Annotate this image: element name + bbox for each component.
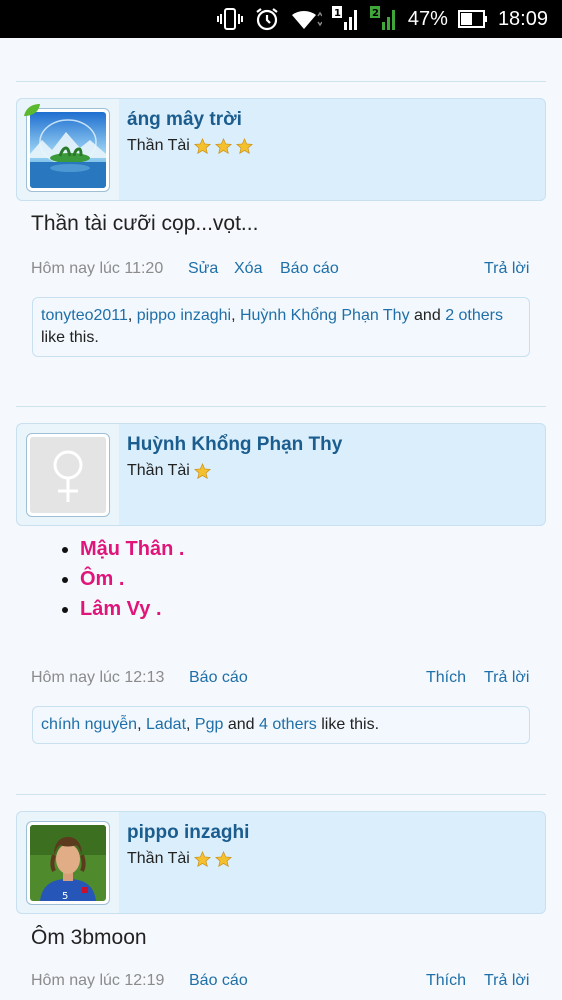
likes-and-text: and bbox=[227, 716, 255, 733]
avatar-column: 5 bbox=[17, 812, 119, 913]
user-title: Thần Tài bbox=[127, 850, 232, 868]
liker-link[interactable]: tonyteo2011 bbox=[41, 307, 128, 324]
likes-tail-text: like this. bbox=[41, 329, 99, 346]
avatar-column bbox=[17, 424, 119, 525]
post-divider bbox=[16, 81, 546, 82]
likes-summary: tonyteo2011, pippo inzaghi, Huỳnh Khổng … bbox=[32, 297, 530, 357]
like-link[interactable]: Thích bbox=[426, 972, 466, 990]
likes-summary: chính nguyễn, Ladat, Pgp and 4 others li… bbox=[32, 706, 530, 744]
liker-link[interactable]: pippo inzaghi bbox=[137, 307, 231, 324]
report-link[interactable]: Báo cáo bbox=[189, 972, 248, 990]
post-meta: Hôm nay lúc 11:20 Sửa Xóa Báo cáo Trả lờ… bbox=[31, 260, 531, 282]
wifi-icon bbox=[290, 7, 322, 31]
post-bullet-list: Mậu Thân . Ôm . Lâm Vy . bbox=[80, 538, 184, 628]
post-user-block: Huỳnh Khổng Phạn Thy Thần Tài bbox=[16, 423, 546, 526]
star-icon bbox=[214, 137, 232, 154]
star-icon bbox=[214, 850, 232, 867]
edit-link[interactable]: Sửa bbox=[188, 260, 218, 278]
post-user-block: áng mây trời Thần Tài bbox=[16, 98, 546, 201]
bullet-text: Lâm Vy . bbox=[80, 598, 162, 620]
bullet-item: Mậu Thân . bbox=[80, 538, 184, 561]
user-title: Thần Tài bbox=[127, 137, 253, 155]
thread-content: áng mây trời Thần Tài Thần tài cưỡi cọp.… bbox=[0, 38, 562, 1000]
likes-and-text: and bbox=[414, 307, 441, 324]
bullet-item: Ôm . bbox=[80, 568, 184, 591]
user-title-text: Thần Tài bbox=[127, 462, 190, 479]
post-time: Hôm nay lúc 12:13 bbox=[31, 669, 165, 686]
liker-link[interactable]: Huỳnh Khổng Phạn Thy bbox=[240, 307, 410, 324]
bullet-text: Ôm . bbox=[80, 568, 125, 590]
reply-link[interactable]: Trả lời bbox=[484, 260, 529, 278]
signal-sim1-icon: 1 bbox=[331, 6, 360, 32]
vibrate-icon bbox=[216, 7, 244, 31]
star-icon bbox=[193, 850, 211, 867]
bullet-item: Lâm Vy . bbox=[80, 598, 184, 621]
user-title-text: Thần Tài bbox=[127, 137, 190, 154]
status-bar: 1 2 47% 18:09 bbox=[0, 0, 562, 38]
user-title-text: Thần Tài bbox=[127, 850, 190, 867]
post-time: Hôm nay lúc 11:20 bbox=[31, 260, 164, 277]
avatar-landscape-image bbox=[30, 112, 106, 188]
reply-link[interactable]: Trả lời bbox=[484, 972, 529, 990]
report-link[interactable]: Báo cáo bbox=[280, 260, 339, 278]
avatar-column bbox=[17, 99, 119, 200]
svg-text:5: 5 bbox=[62, 891, 68, 901]
username[interactable]: pippo inzaghi bbox=[127, 822, 249, 844]
liker-link[interactable]: chính nguyễn bbox=[41, 716, 137, 733]
report-link[interactable]: Báo cáo bbox=[189, 669, 248, 687]
others-link[interactable]: 4 others bbox=[259, 716, 317, 733]
star-icon bbox=[235, 137, 253, 154]
username[interactable]: áng mây trời bbox=[127, 109, 242, 131]
liker-link[interactable]: Pgp bbox=[195, 716, 223, 733]
delete-link[interactable]: Xóa bbox=[234, 260, 262, 278]
avatar-player-photo: 5 bbox=[30, 825, 106, 901]
post-meta: Hôm nay lúc 12:13 Báo cáo Thích Trả lời bbox=[31, 669, 531, 691]
alarm-icon bbox=[254, 6, 280, 32]
others-link[interactable]: 2 others bbox=[445, 307, 503, 324]
post-time: Hôm nay lúc 12:19 bbox=[31, 972, 165, 989]
sim2-label: 2 bbox=[372, 8, 379, 19]
bullet-text: Mậu Thân . bbox=[80, 538, 185, 560]
like-link[interactable]: Thích bbox=[426, 669, 466, 687]
reply-link[interactable]: Trả lời bbox=[484, 669, 529, 687]
post-message: Thần tài cưỡi cọp...vọt... bbox=[31, 212, 259, 235]
user-title: Thần Tài bbox=[127, 462, 211, 480]
battery-icon bbox=[457, 9, 488, 29]
post-divider bbox=[16, 794, 546, 795]
battery-percent: 47% bbox=[407, 7, 448, 30]
username[interactable]: Huỳnh Khổng Phạn Thy bbox=[127, 434, 342, 456]
avatar[interactable] bbox=[26, 433, 110, 517]
avatar[interactable]: 5 bbox=[26, 821, 110, 905]
post-user-block: 5 pippo inzaghi Thần Tài bbox=[16, 811, 546, 914]
post-divider bbox=[16, 406, 546, 407]
sim1-label: 1 bbox=[334, 8, 341, 19]
star-icon bbox=[193, 462, 211, 479]
leaf-badge-icon bbox=[24, 104, 40, 116]
likes-tail-text: like this. bbox=[321, 716, 380, 733]
star-icon bbox=[193, 137, 211, 154]
signal-sim2-icon: 2 bbox=[369, 6, 398, 32]
liker-link[interactable]: Ladat bbox=[146, 716, 186, 733]
female-placeholder-icon bbox=[30, 437, 106, 513]
clock: 18:09 bbox=[497, 7, 548, 30]
post-message: Ôm 3bmoon bbox=[31, 926, 147, 949]
post-meta: Hôm nay lúc 12:19 Báo cáo Thích Trả lời bbox=[31, 972, 531, 994]
avatar[interactable] bbox=[26, 108, 110, 192]
